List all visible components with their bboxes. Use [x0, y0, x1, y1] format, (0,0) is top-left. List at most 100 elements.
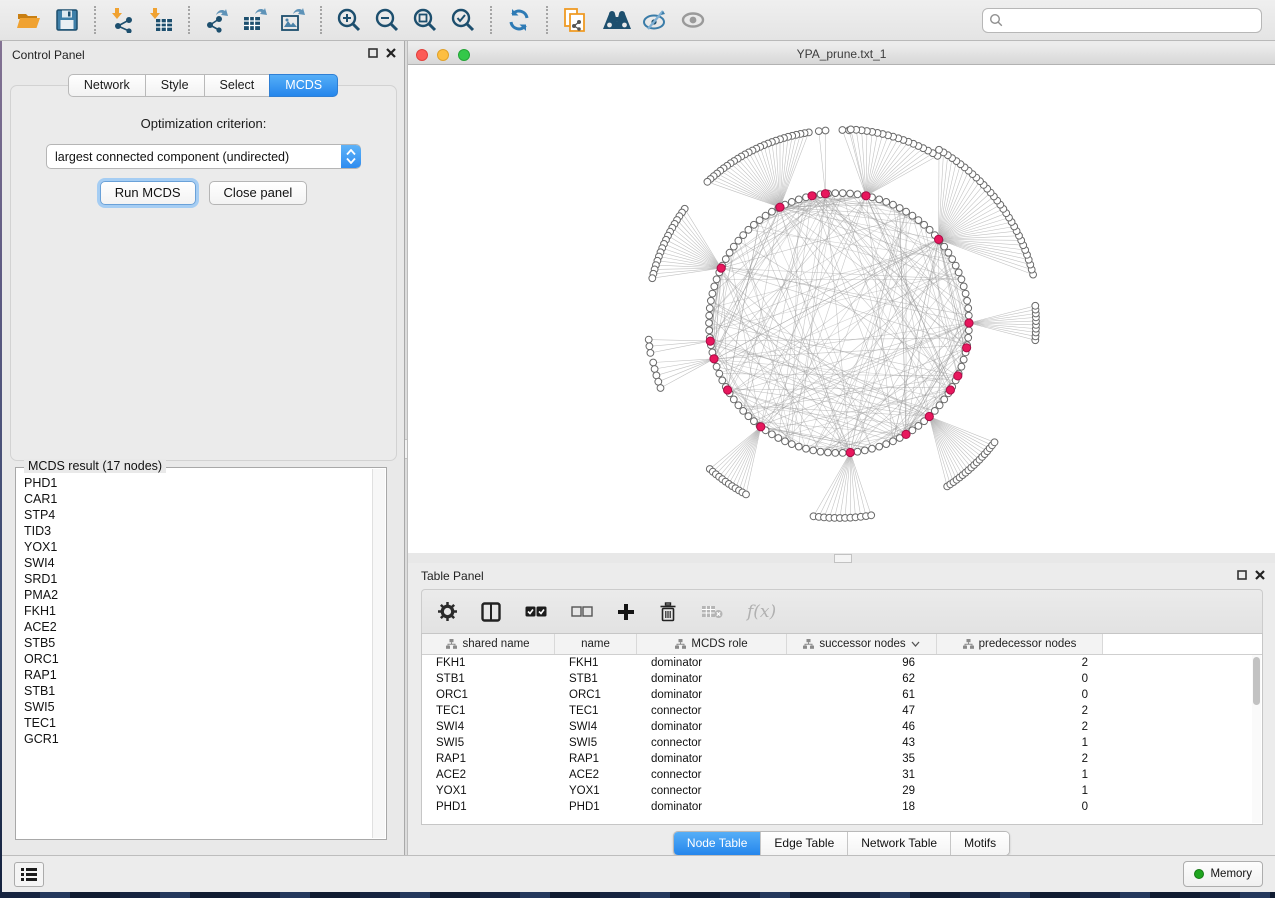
- mcds-result-node[interactable]: STP4: [24, 507, 373, 523]
- tab-motifs[interactable]: Motifs: [951, 832, 1009, 855]
- float-panel-icon[interactable]: [1237, 570, 1247, 580]
- close-panel-button[interactable]: Close panel: [209, 181, 308, 205]
- create-column-plus-icon[interactable]: [617, 603, 635, 621]
- tab-mcds[interactable]: MCDS: [269, 74, 338, 97]
- close-panel-icon[interactable]: [386, 48, 396, 58]
- export-network-icon[interactable]: [202, 5, 232, 35]
- zoom-selected-icon[interactable]: [448, 5, 478, 35]
- horizontal-splitter[interactable]: [408, 553, 1275, 563]
- zoom-fit-icon[interactable]: [410, 5, 440, 35]
- cell-predecessor-nodes: 2: [937, 705, 1103, 717]
- show-graphics-eye-icon[interactable]: [678, 5, 708, 35]
- network-view-canvas[interactable]: [408, 65, 1275, 553]
- splitter-grab-handle[interactable]: [405, 439, 407, 459]
- table-settings-gear-icon[interactable]: [438, 602, 457, 621]
- search-box[interactable]: [982, 8, 1262, 33]
- column-header-name[interactable]: name: [555, 634, 637, 654]
- window-maximize-icon[interactable]: [458, 49, 470, 61]
- open-session-icon[interactable]: [14, 5, 44, 35]
- task-list-icon: [21, 868, 37, 881]
- export-image-icon[interactable]: [278, 5, 308, 35]
- task-history-button[interactable]: [14, 862, 44, 887]
- table-row[interactable]: TEC1TEC1connector472: [422, 703, 1262, 719]
- mcds-result-node[interactable]: TID3: [24, 523, 373, 539]
- column-header-predecessor-nodes[interactable]: predecessor nodes: [937, 634, 1103, 654]
- mcds-result-node[interactable]: STB1: [24, 683, 373, 699]
- mcds-result-node[interactable]: SRD1: [24, 571, 373, 587]
- mcds-result-node[interactable]: SWI4: [24, 555, 373, 571]
- window-close-icon[interactable]: [416, 49, 428, 61]
- refresh-icon[interactable]: [504, 5, 534, 35]
- mcds-result-node[interactable]: PMA2: [24, 587, 373, 603]
- tab-select[interactable]: Select: [204, 74, 270, 97]
- optimization-criterion-dropdown[interactable]: largest connected component (undirected): [46, 144, 361, 169]
- close-panel-icon[interactable]: [1255, 570, 1265, 580]
- zoom-in-icon[interactable]: [334, 5, 364, 35]
- mcds-result-node[interactable]: ACE2: [24, 619, 373, 635]
- mcds-result-node[interactable]: FKH1: [24, 603, 373, 619]
- attribute-tree-icon: [803, 639, 814, 649]
- select-all-columns-icon[interactable]: [525, 605, 547, 618]
- tab-style[interactable]: Style: [145, 74, 204, 97]
- zoom-out-icon[interactable]: [372, 5, 402, 35]
- run-mcds-button[interactable]: Run MCDS: [100, 181, 196, 205]
- cell-successor-nodes: 31: [787, 769, 937, 781]
- splitter-grab-handle[interactable]: [834, 554, 852, 563]
- window-minimize-icon[interactable]: [437, 49, 449, 61]
- float-panel-icon[interactable]: [368, 48, 378, 58]
- copy-network-icon[interactable]: [560, 5, 590, 35]
- table-row[interactable]: YOX1YOX1connector291: [422, 783, 1262, 799]
- table-row[interactable]: ORC1ORC1dominator610: [422, 687, 1262, 703]
- mcds-result-node[interactable]: TEC1: [24, 715, 373, 731]
- column-header-mcds-role[interactable]: MCDS role: [637, 634, 787, 654]
- hide-panel-eye-icon[interactable]: [640, 5, 670, 35]
- desktop-background-bottom: [0, 891, 1275, 898]
- mcds-result-node[interactable]: PHD1: [24, 475, 373, 491]
- memory-button[interactable]: Memory: [1183, 861, 1263, 887]
- table-row[interactable]: PHD1PHD1dominator180: [422, 799, 1262, 815]
- tab-network-table[interactable]: Network Table: [848, 832, 951, 855]
- toolbar-separator: [546, 6, 548, 34]
- mcds-result-node[interactable]: GCR1: [24, 731, 373, 747]
- unselect-all-columns-icon[interactable]: [571, 605, 593, 618]
- cell-mcds-role: dominator: [637, 721, 787, 733]
- tab-node-table[interactable]: Node Table: [674, 832, 762, 855]
- mcds-result-node[interactable]: STB5: [24, 635, 373, 651]
- search-input[interactable]: [1004, 10, 1261, 30]
- import-table-icon[interactable]: [146, 5, 176, 35]
- table-row[interactable]: SWI4SWI4dominator462: [422, 719, 1262, 735]
- save-session-icon[interactable]: [52, 5, 82, 35]
- tab-network[interactable]: Network: [68, 74, 145, 97]
- binoculars-icon[interactable]: [602, 5, 632, 35]
- table-row[interactable]: SWI5SWI5connector431: [422, 735, 1262, 751]
- memory-status-dot-icon: [1194, 869, 1204, 879]
- column-header-shared-name[interactable]: shared name: [422, 634, 555, 654]
- mcds-list-scrollbar[interactable]: [372, 469, 385, 838]
- table-scrollbar-thumb[interactable]: [1253, 657, 1260, 705]
- mcds-result-node[interactable]: SWI5: [24, 699, 373, 715]
- network-window-titlebar[interactable]: YPA_prune.txt_1: [408, 45, 1275, 65]
- cell-successor-nodes: 35: [787, 753, 937, 765]
- table-row[interactable]: ACE2ACE2connector311: [422, 767, 1262, 783]
- table-row[interactable]: STB1STB1dominator620: [422, 671, 1262, 687]
- export-table-icon[interactable]: [240, 5, 270, 35]
- import-network-icon[interactable]: [108, 5, 138, 35]
- delete-column-trash-icon[interactable]: [659, 602, 677, 622]
- tab-edge-table[interactable]: Edge Table: [761, 832, 848, 855]
- cell-predecessor-nodes: 0: [937, 673, 1103, 685]
- cell-name: TEC1: [555, 705, 637, 717]
- mcds-result-node[interactable]: ORC1: [24, 651, 373, 667]
- cell-predecessor-nodes: 2: [937, 657, 1103, 669]
- mcds-result-node[interactable]: RAP1: [24, 667, 373, 683]
- mcds-result-node[interactable]: CAR1: [24, 491, 373, 507]
- cell-name: ORC1: [555, 689, 637, 701]
- table-row[interactable]: RAP1RAP1dominator352: [422, 751, 1262, 767]
- table-scrollbar[interactable]: [1252, 655, 1261, 823]
- cell-shared-name: FKH1: [422, 657, 555, 669]
- toolbar-separator: [490, 6, 492, 34]
- show-column-panel-icon[interactable]: [481, 602, 501, 622]
- cell-mcds-role: dominator: [637, 673, 787, 685]
- column-header-successor-nodes[interactable]: successor nodes: [787, 634, 937, 654]
- mcds-result-node[interactable]: YOX1: [24, 539, 373, 555]
- table-row[interactable]: FKH1FKH1dominator962: [422, 655, 1262, 671]
